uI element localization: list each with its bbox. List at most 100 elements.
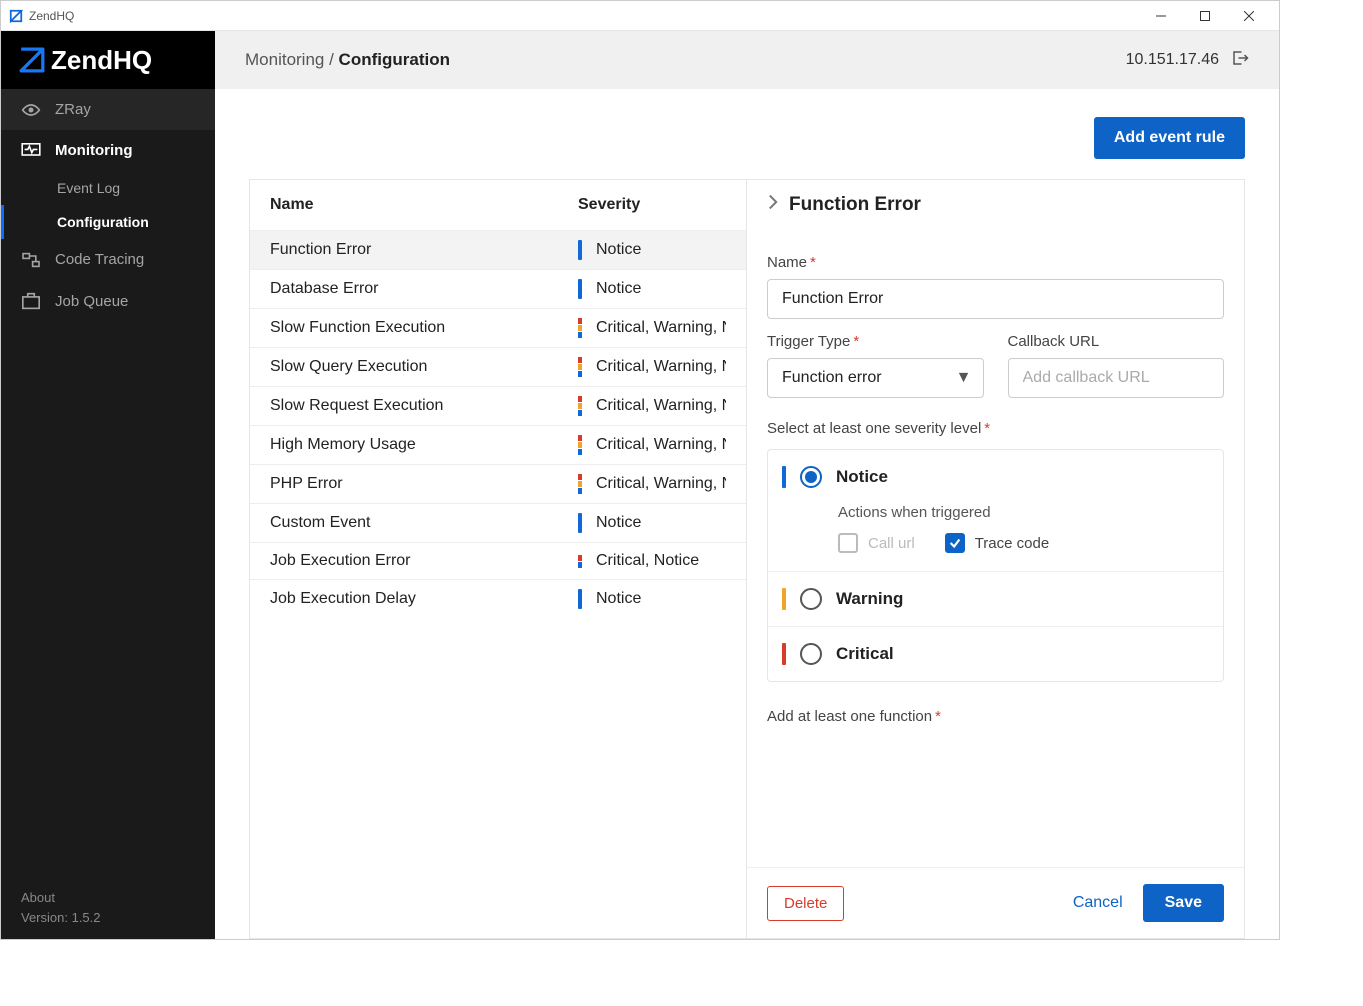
logout-icon[interactable] (1231, 49, 1249, 72)
table-header: Name Severity (250, 180, 746, 230)
breadcrumb-current: Configuration (339, 50, 450, 69)
cell-severity: Notice (578, 279, 726, 299)
table-row[interactable]: High Memory UsageCritical, Warning, No (250, 425, 746, 464)
about-link[interactable]: About (21, 888, 195, 908)
sidebar-item-jobqueue[interactable]: Job Queue (1, 280, 215, 322)
severity-label: Notice (836, 467, 888, 487)
cell-name: Custom Event (270, 514, 578, 532)
trace-icon (21, 252, 41, 268)
sidebar-item-label: Code Tracing (55, 251, 144, 268)
titlebar: ZendHQ (1, 1, 1279, 31)
version-text: Version: 1.5.2 (21, 908, 195, 928)
server-ip: 10.151.17.46 (1126, 51, 1219, 69)
severity-bars (578, 279, 582, 299)
critical-radio[interactable] (800, 643, 822, 665)
severity-bars (578, 396, 582, 416)
delete-button[interactable]: Delete (767, 886, 844, 921)
cell-name: Database Error (270, 280, 578, 298)
save-button[interactable]: Save (1143, 884, 1224, 922)
table-row[interactable]: Slow Request ExecutionCritical, Warning,… (250, 386, 746, 425)
notice-radio[interactable] (800, 466, 822, 488)
severity-text: Critical, Notice (596, 552, 699, 570)
cell-severity: Critical, Warning, No (578, 318, 726, 338)
cancel-button[interactable]: Cancel (1073, 894, 1123, 912)
callback-input[interactable] (1008, 358, 1225, 398)
severity-text: Notice (596, 241, 641, 259)
panel: Name Severity Function ErrorNoticeDataba… (249, 179, 1245, 939)
trace-code-checkbox-item[interactable]: Trace code (945, 533, 1049, 553)
severity-text: Critical, Warning, No (596, 397, 726, 415)
table-row[interactable]: Function ErrorNotice (250, 230, 746, 269)
callback-label: Callback URL (1008, 333, 1225, 350)
severity-block: Notice Actions when triggered Call url (767, 449, 1224, 682)
severity-bars (578, 589, 582, 609)
severity-label: Critical (836, 644, 894, 664)
sidebar-item-codetracing[interactable]: Code Tracing (1, 239, 215, 280)
cell-severity: Critical, Notice (578, 552, 726, 570)
sidebar-sub-configuration[interactable]: Configuration (1, 205, 215, 239)
app-icon (9, 9, 23, 23)
window: ZendHQ ZendHQ ZRay Monitoring Event Lo (0, 0, 1280, 940)
function-section-label: Add at least one function* (767, 708, 1224, 725)
detail-footer: Delete Cancel Save (747, 867, 1244, 938)
cell-severity: Critical, Warning, No (578, 435, 726, 455)
table-row[interactable]: Job Execution ErrorCritical, Notice (250, 542, 746, 579)
severity-text: Notice (596, 590, 641, 608)
severity-text: Notice (596, 514, 641, 532)
eye-icon (21, 103, 41, 117)
call-url-checkbox[interactable] (838, 533, 858, 553)
close-button[interactable] (1227, 2, 1271, 30)
chevron-right-icon[interactable] (767, 194, 779, 216)
th-severity: Severity (578, 196, 726, 214)
detail-body: Name* Trigger Type* ▼ (747, 230, 1244, 867)
severity-text: Notice (596, 280, 641, 298)
trigger-select[interactable] (767, 358, 984, 398)
cell-severity: Notice (578, 240, 726, 260)
severity-label: Warning (836, 589, 903, 609)
sidebar-footer: About Version: 1.5.2 (1, 876, 215, 939)
cell-name: Slow Query Execution (270, 358, 578, 376)
sidebar-sub-eventlog[interactable]: Event Log (1, 171, 215, 205)
critical-color-strip (782, 643, 786, 665)
detail-header: Function Error (747, 180, 1244, 230)
breadcrumb-parent[interactable]: Monitoring (245, 50, 324, 69)
maximize-button[interactable] (1183, 2, 1227, 30)
cell-name: High Memory Usage (270, 436, 578, 454)
severity-bars (578, 474, 582, 494)
trigger-label: Trigger Type* (767, 333, 984, 350)
table-row[interactable]: Database Error Notice (250, 269, 746, 308)
table-row[interactable]: Slow Query Execution Critical, Warning, N… (250, 347, 746, 386)
add-event-rule-button[interactable]: Add event rule (1094, 117, 1245, 159)
table-row[interactable]: Job Execution DelayNotice (250, 579, 746, 618)
minimize-button[interactable] (1139, 2, 1183, 30)
cell-severity: Critical, Warning, No (578, 357, 726, 377)
severity-notice-row[interactable]: Notice (768, 450, 1223, 504)
cell-severity: Notice (578, 513, 726, 533)
warning-radio[interactable] (800, 588, 822, 610)
severity-bars (578, 555, 582, 568)
severity-critical-row[interactable]: Critical (768, 626, 1223, 681)
detail-title: Function Error (789, 194, 921, 216)
table-row[interactable]: Slow Function Execution Critical, Warning… (250, 308, 746, 347)
severity-text: Critical, Warning, No (596, 358, 726, 376)
name-input[interactable] (767, 279, 1224, 319)
sidebar: ZendHQ ZRay Monitoring Event Log Configu… (1, 31, 215, 939)
cell-name: Slow Function Execution (270, 319, 578, 337)
th-name: Name (270, 196, 578, 214)
cell-severity: Critical, Warning, No (578, 396, 726, 416)
table-row[interactable]: Custom Event Notice (250, 503, 746, 542)
severity-bars (578, 318, 582, 338)
severity-warning-row[interactable]: Warning (768, 571, 1223, 626)
call-url-checkbox-item[interactable]: Call url (838, 533, 915, 553)
nav: ZRay Monitoring Event Log Configuration … (1, 89, 215, 876)
call-url-label: Call url (868, 535, 915, 552)
brand-text: ZendHQ (51, 45, 152, 76)
cell-severity: Critical, Warning, No (578, 474, 726, 494)
table-row[interactable]: PHP ErrorCritical, Warning, No (250, 464, 746, 503)
sidebar-item-zray[interactable]: ZRay (1, 89, 215, 130)
content: Add event rule Name Severity Function Er… (215, 89, 1279, 939)
sidebar-item-monitoring[interactable]: Monitoring (1, 130, 215, 171)
severity-text: Critical, Warning, No (596, 319, 726, 337)
monitor-icon (21, 143, 41, 159)
trace-code-checkbox[interactable] (945, 533, 965, 553)
